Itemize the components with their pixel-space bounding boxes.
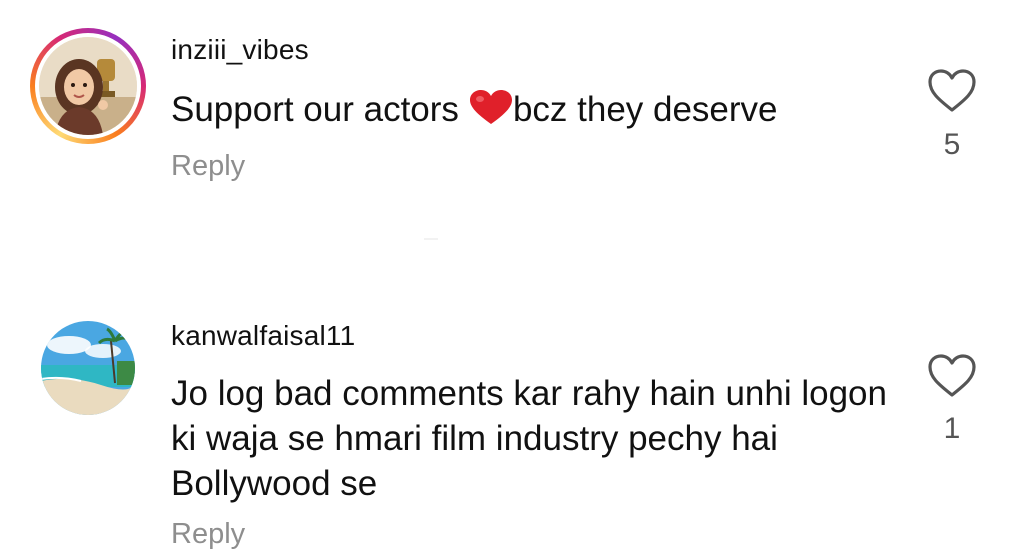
heart-outline-icon: [928, 69, 976, 112]
like-count: 1: [943, 412, 961, 445]
reply-button[interactable]: Reply: [171, 518, 245, 551]
comment-item: inziii_vibes Support our actors bcz they …: [0, 0, 1024, 250]
avatar[interactable]: [39, 37, 137, 135]
like-count: 5: [943, 128, 961, 161]
comment-username[interactable]: kanwalfaisal11: [171, 320, 355, 352]
red-heart-emoji-icon: [469, 90, 513, 126]
divider: [424, 238, 438, 240]
comment-item: kanwalfaisal11 Jo log bad comments kar r…: [0, 290, 1024, 550]
comment-text: Jo log bad comments kar rahy hain unhi l…: [171, 374, 887, 503]
comment-username[interactable]: inziii_vibes: [171, 34, 309, 66]
comment-text: Support our actors bcz they deserve: [171, 87, 778, 132]
like-button[interactable]: [926, 353, 978, 399]
like-button[interactable]: [926, 68, 978, 114]
comment-text-part: bcz they deserve: [512, 90, 778, 129]
heart-outline-icon: [928, 354, 976, 397]
reply-button[interactable]: Reply: [171, 150, 245, 183]
avatar[interactable]: [41, 321, 135, 415]
comment-text-part: Support our actors: [171, 90, 459, 129]
avatar-story-ring[interactable]: [30, 28, 146, 144]
